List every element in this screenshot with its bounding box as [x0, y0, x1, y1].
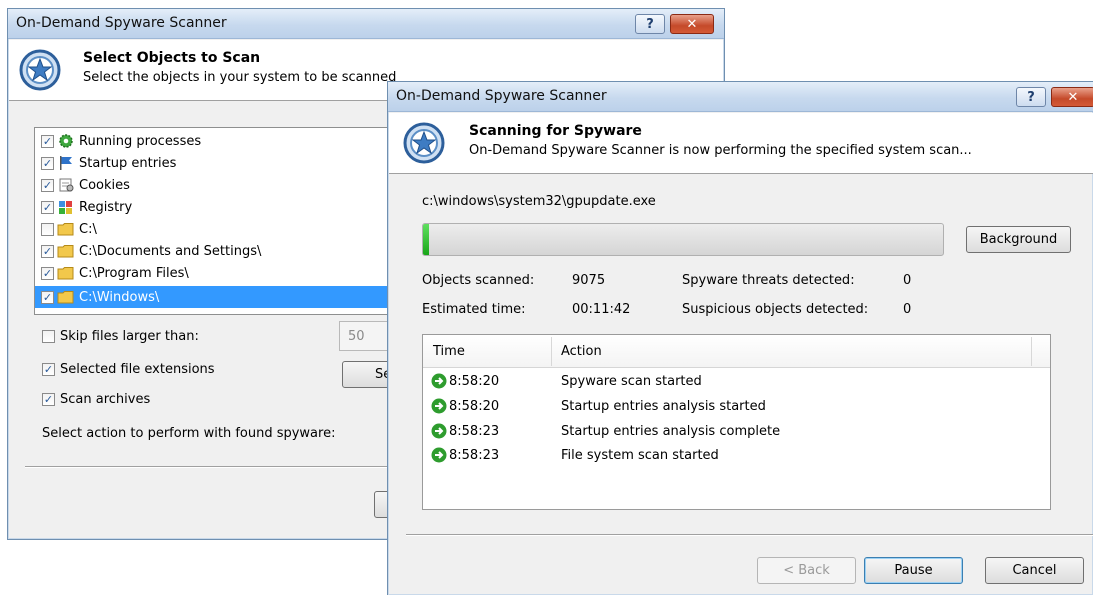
log-action: Startup entries analysis started: [561, 398, 766, 414]
back-close-button[interactable]: ✕: [670, 14, 714, 34]
scan-log-header: Time Action: [423, 335, 1050, 368]
estimated-time-value: 00:11:42: [572, 302, 631, 317]
log-row[interactable]: 8:58:20 Spyware scan started: [431, 370, 1041, 392]
folder-icon: [57, 243, 75, 259]
column-header-action[interactable]: Action: [561, 344, 602, 359]
object-label: Running processes: [79, 133, 202, 149]
success-arrow-icon: [431, 398, 447, 414]
object-checkbox[interactable]: ✓: [41, 178, 54, 192]
front-header-title: Scanning for Spyware: [469, 123, 642, 139]
object-item-program-files[interactable]: ✓ C:\Program Files\: [35, 262, 393, 284]
estimated-time-label: Estimated time:: [422, 302, 526, 317]
column-divider: [551, 337, 552, 366]
log-action: Spyware scan started: [561, 373, 702, 389]
log-time: 8:58:23: [449, 447, 500, 463]
threats-detected-value: 0: [903, 273, 912, 288]
back-help-button[interactable]: ?: [635, 14, 665, 34]
front-header-subtitle: On-Demand Spyware Scanner is now perform…: [469, 143, 972, 158]
folder-icon: [57, 265, 75, 281]
success-arrow-icon: [431, 373, 447, 389]
column-divider: [1031, 337, 1032, 366]
object-label: C:\Documents and Settings\: [79, 243, 262, 259]
suspicious-objects-label: Suspicious objects detected:: [682, 302, 869, 317]
spyware-action-label: Select action to perform with found spyw…: [42, 426, 336, 441]
column-header-time[interactable]: Time: [433, 344, 465, 359]
scanner-logo-icon: [19, 49, 61, 91]
front-title-bar[interactable]: On-Demand Spyware Scanner ? ✕: [388, 82, 1093, 112]
log-action: File system scan started: [561, 447, 719, 463]
log-row[interactable]: 8:58:23 File system scan started: [431, 444, 1041, 466]
front-bottom-separator: [406, 534, 1093, 536]
object-item-cookies[interactable]: ✓ Cookies: [35, 174, 393, 196]
log-row[interactable]: 8:58:20 Startup entries analysis started: [431, 395, 1041, 417]
folder-icon: [57, 289, 75, 305]
object-item-startup-entries[interactable]: ✓ Startup entries: [35, 152, 393, 174]
back-header-subtitle: Select the objects in your system to be …: [83, 70, 397, 85]
object-checkbox[interactable]: ✓: [41, 290, 54, 304]
scan-progress-bar: [422, 223, 944, 256]
scan-objects-list[interactable]: ✓ Running processes ✓ Startup entries ✓ …: [34, 127, 394, 315]
back-button[interactable]: < Back: [757, 557, 856, 584]
skip-files-label: Skip files larger than:: [60, 329, 199, 344]
back-header-title: Select Objects to Scan: [83, 50, 261, 66]
front-header-panel: Scanning for Spyware On-Demand Spyware S…: [389, 113, 1093, 174]
object-label: Startup entries: [79, 155, 177, 171]
scan-progress-fill: [423, 224, 430, 255]
flag-icon: [57, 155, 75, 171]
object-checkbox[interactable]: ✓: [41, 266, 54, 280]
background-button[interactable]: Background: [966, 226, 1071, 253]
skip-files-option[interactable]: Skip files larger than:: [42, 329, 199, 344]
gear-icon: [57, 133, 75, 149]
success-arrow-icon: [431, 423, 447, 439]
objects-scanned-value: 9075: [572, 273, 606, 288]
scan-archives-checkbox[interactable]: ✓: [42, 393, 55, 406]
object-label: Registry: [79, 199, 133, 215]
scan-log-list[interactable]: Time Action 8:58:20 Spyware scan started…: [422, 334, 1051, 510]
object-checkbox[interactable]: ✓: [41, 200, 54, 214]
pause-button[interactable]: Pause: [864, 557, 963, 584]
selected-extensions-label: Selected file extensions: [60, 362, 215, 377]
object-label: C:\: [79, 221, 97, 237]
selected-extensions-option[interactable]: ✓ Selected file extensions: [42, 362, 215, 377]
back-title-bar[interactable]: On-Demand Spyware Scanner ? ✕: [8, 9, 724, 39]
suspicious-objects-value: 0: [903, 302, 912, 317]
object-checkbox[interactable]: ✓: [41, 134, 54, 148]
log-time: 8:58:20: [449, 373, 500, 389]
selected-extensions-checkbox[interactable]: ✓: [42, 363, 55, 376]
registry-icon: [57, 199, 75, 215]
object-label: C:\Program Files\: [79, 265, 189, 281]
cookie-icon: [57, 177, 75, 193]
object-item-running-processes[interactable]: ✓ Running processes: [35, 130, 393, 152]
object-item-registry[interactable]: ✓ Registry: [35, 196, 393, 218]
back-bottom-separator: [25, 466, 395, 468]
skip-files-checkbox[interactable]: [42, 330, 55, 343]
scan-archives-label: Scan archives: [60, 392, 151, 407]
current-file-path: c:\windows\system32\gpupdate.exe: [422, 194, 656, 209]
object-item-c-drive[interactable]: C:\: [35, 218, 393, 240]
success-arrow-icon: [431, 447, 447, 463]
object-checkbox[interactable]: ✓: [41, 156, 54, 170]
cancel-button[interactable]: Cancel: [985, 557, 1084, 584]
log-time: 8:58:23: [449, 423, 500, 439]
threats-detected-label: Spyware threats detected:: [682, 273, 855, 288]
object-item-documents-and-settings[interactable]: ✓ C:\Documents and Settings\: [35, 240, 393, 262]
front-window-title: On-Demand Spyware Scanner: [396, 88, 607, 104]
scan-archives-option[interactable]: ✓ Scan archives: [42, 392, 150, 407]
objects-scanned-label: Objects scanned:: [422, 273, 535, 288]
object-checkbox[interactable]: ✓: [41, 244, 54, 258]
folder-icon: [57, 221, 75, 237]
log-time: 8:58:20: [449, 398, 500, 414]
front-close-button[interactable]: ✕: [1051, 87, 1093, 107]
object-checkbox[interactable]: [41, 222, 54, 236]
scanner-logo-icon: [403, 122, 445, 164]
front-help-button[interactable]: ?: [1016, 87, 1046, 107]
object-label: C:\Windows\: [79, 289, 160, 305]
back-window-title: On-Demand Spyware Scanner: [16, 15, 227, 31]
log-action: Startup entries analysis complete: [561, 423, 781, 439]
object-item-windows[interactable]: ✓ C:\Windows\: [35, 286, 393, 308]
log-row[interactable]: 8:58:23 Startup entries analysis complet…: [431, 420, 1041, 442]
object-label: Cookies: [79, 177, 130, 193]
